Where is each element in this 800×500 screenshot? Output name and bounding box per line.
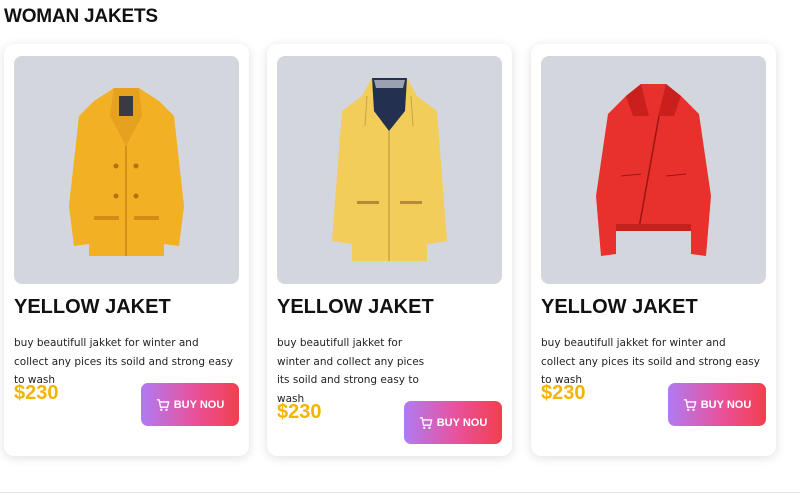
product-description: buy beautifull jakket for winter and col…: [277, 337, 425, 405]
cart-icon: [419, 416, 433, 429]
product-image[interactable]: [277, 56, 502, 284]
buy-now-label: BUY NOU: [436, 416, 488, 429]
product-image[interactable]: [541, 56, 766, 284]
cart-icon: [156, 398, 170, 411]
product-price: $230: [541, 382, 586, 404]
product-image[interactable]: [14, 56, 239, 284]
yellow-peacoat-image: [69, 88, 184, 256]
page-title: WOMAN JAKETS: [4, 6, 158, 27]
product-price: $230: [277, 401, 322, 423]
product-card: YELLOW JAKET buy beautifull jakket for w…: [4, 44, 249, 456]
buy-now-button[interactable]: BUY NOU: [141, 383, 239, 426]
product-title: YELLOW JAKET: [14, 296, 171, 318]
buy-now-button[interactable]: BUY NOU: [668, 383, 766, 426]
product-title: YELLOW JAKET: [541, 296, 698, 318]
cart-icon: [683, 398, 697, 411]
product-card: YELLOW JAKET buy beautifull jakket for w…: [267, 44, 512, 456]
divider: [0, 492, 800, 493]
buy-now-button[interactable]: BUY NOU: [404, 401, 502, 444]
product-title: YELLOW JAKET: [277, 296, 434, 318]
red-leather-jacket-image: [596, 84, 711, 256]
buy-now-label: BUY NOU: [173, 398, 225, 411]
yellow-raincoat-image: [332, 78, 447, 261]
product-card: YELLOW JAKET buy beautifull jakket for w…: [531, 44, 776, 456]
product-price: $230: [14, 382, 59, 404]
buy-now-label: BUY NOU: [700, 398, 752, 411]
